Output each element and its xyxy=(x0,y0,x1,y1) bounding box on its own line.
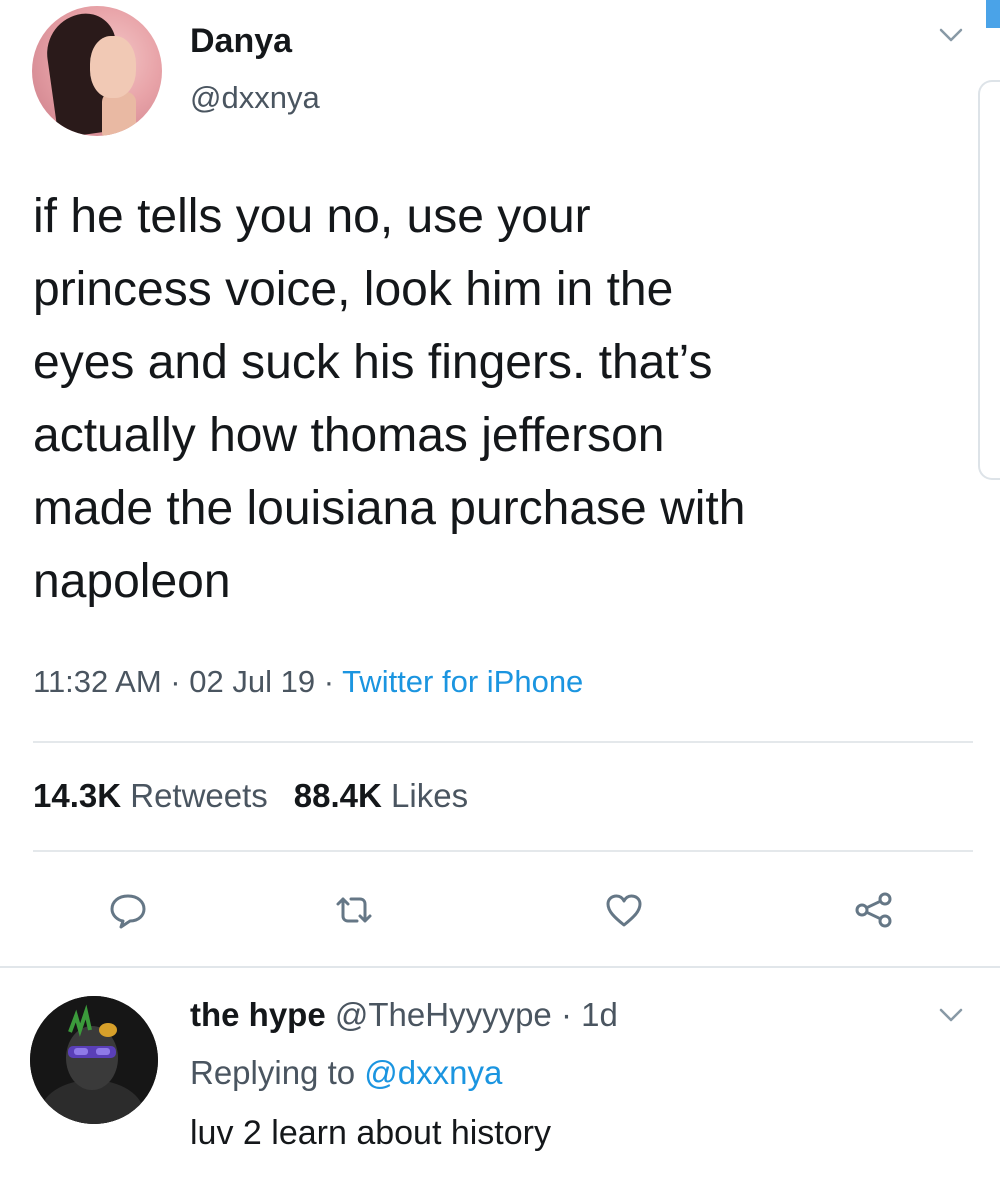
retweets-stat[interactable]: 14.3K Retweets xyxy=(33,777,268,814)
like-count: 88.4K xyxy=(293,777,382,814)
tweet-stats: 14.3K Retweets 88.4K Likes xyxy=(33,777,468,815)
chevron-down-icon[interactable] xyxy=(938,1006,964,1024)
comment-icon[interactable] xyxy=(106,888,150,932)
likes-stat[interactable]: 88.4K Likes xyxy=(294,777,468,814)
meta-separator: · xyxy=(315,664,343,699)
tweet-date: 02 Jul 19 xyxy=(189,664,316,699)
retweet-count: 14.3K xyxy=(33,777,122,814)
reply-age: 1d xyxy=(581,996,618,1033)
replying-to-link[interactable]: @dxxnya xyxy=(364,1054,502,1091)
share-icon[interactable] xyxy=(852,888,896,932)
like-label: Likes xyxy=(391,777,469,814)
scrollbar-track[interactable] xyxy=(978,80,1000,480)
divider xyxy=(33,741,973,743)
reply-header: the hype @TheHyyyype · 1d xyxy=(190,996,618,1034)
meta-separator: · xyxy=(161,664,190,699)
avatar[interactable] xyxy=(32,6,162,136)
meta-separator: · xyxy=(551,996,582,1033)
divider xyxy=(33,850,973,852)
tweet-source-link[interactable]: Twitter for iPhone xyxy=(342,664,583,699)
tweet-time: 11:32 AM xyxy=(33,664,162,699)
reply-avatar[interactable] xyxy=(30,996,158,1124)
heart-icon[interactable] xyxy=(602,888,646,932)
retweet-label: Retweets xyxy=(130,777,268,814)
author-handle[interactable]: @dxxnya xyxy=(190,80,320,116)
chevron-down-icon[interactable] xyxy=(938,26,964,44)
reply-author-name[interactable]: the hype xyxy=(190,996,326,1033)
tweet-meta: 11:32 AM · 02 Jul 19 · Twitter for iPhon… xyxy=(33,664,583,700)
replying-prefix: Replying to xyxy=(190,1054,356,1091)
author-name[interactable]: Danya xyxy=(190,22,292,61)
reply-author-handle[interactable]: @TheHyyyype xyxy=(335,996,552,1033)
scroll-indicator xyxy=(986,0,1000,28)
reply-text: luv 2 learn about history xyxy=(190,1114,551,1152)
tweet-text: if he tells you no, use your princess vo… xyxy=(33,190,746,608)
replying-to: Replying to @dxxnya xyxy=(190,1054,502,1092)
divider xyxy=(0,966,1000,968)
retweet-icon[interactable] xyxy=(332,888,376,932)
